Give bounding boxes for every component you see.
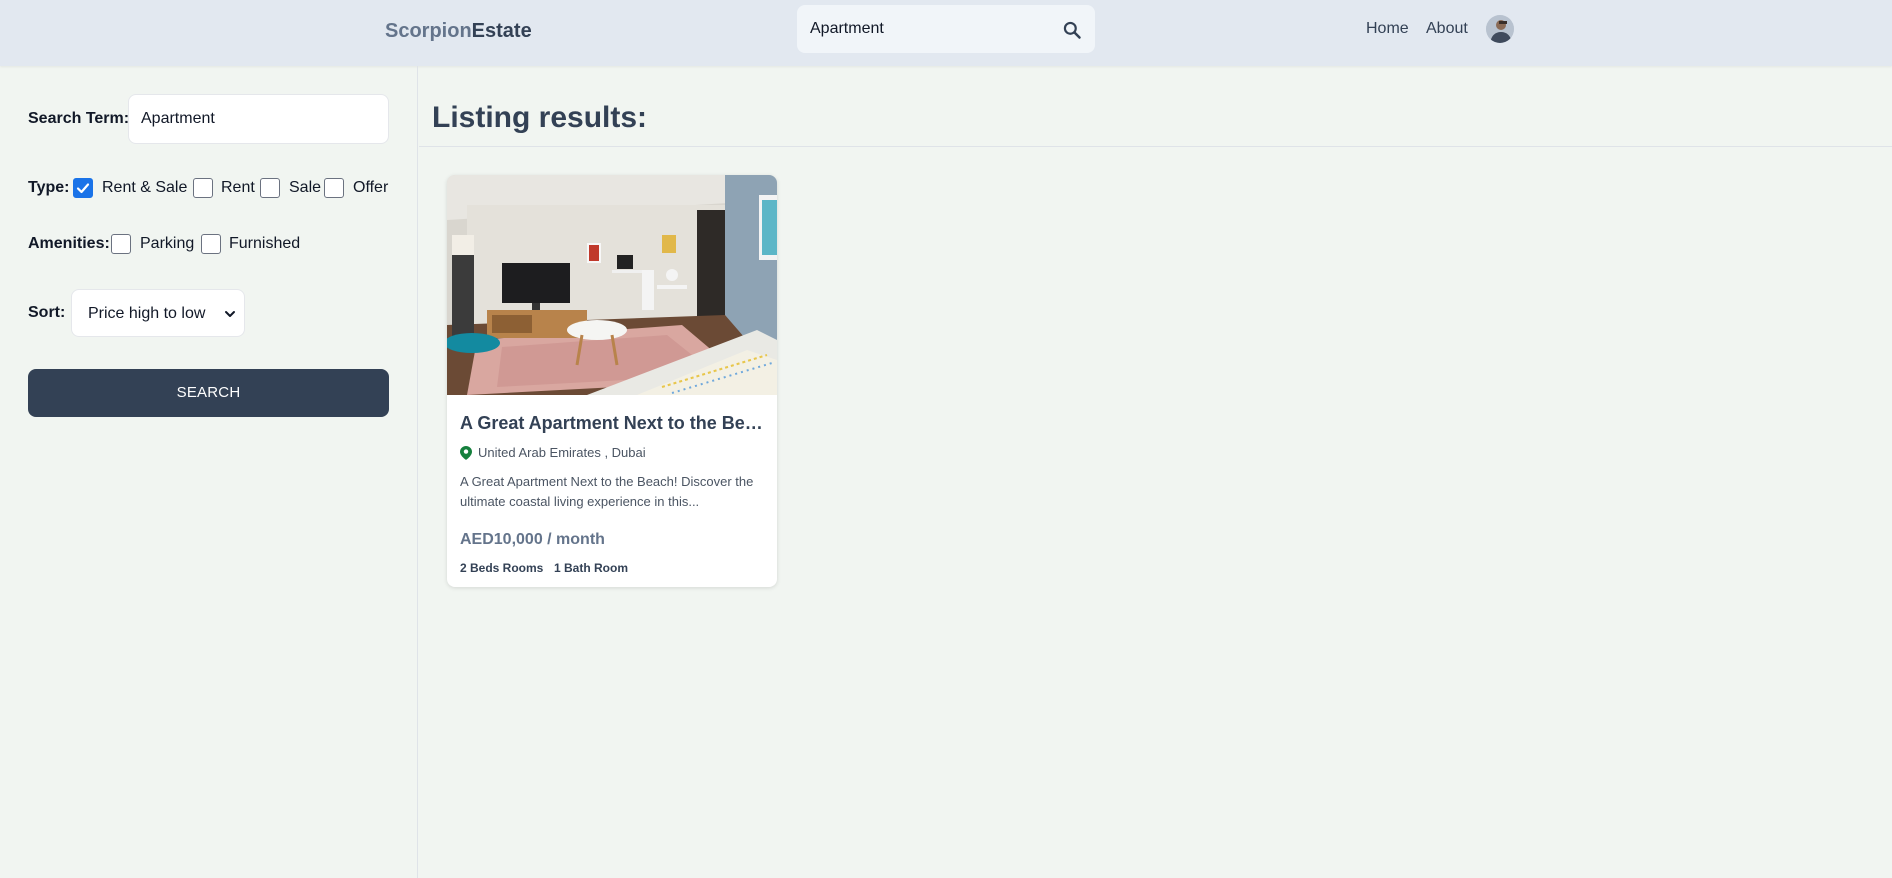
amenity-parking-label: Parking [140,235,195,252]
search-term-input[interactable] [128,94,389,144]
listing-baths: 1 Bath Room [554,561,629,575]
user-avatar[interactable] [1486,15,1514,43]
amenity-parking-checkbox[interactable] [111,234,131,254]
avatar-image [1486,15,1514,43]
type-offer-checkbox[interactable] [324,178,344,198]
listing-location: United Arab Emirates , Dubai [478,445,646,460]
type-sale-label: Sale [289,179,322,196]
checkmark-icon [76,183,90,194]
sort-select[interactable]: Price high to low [71,289,245,337]
type-rent-checkbox[interactable] [193,178,213,198]
logo-part-2: Estate [471,20,532,42]
sort-label: Sort: [28,304,66,321]
listing-price: AED10,000 / month [460,531,605,548]
title-divider [419,146,1892,147]
listing-image[interactable] [447,175,777,395]
type-sale-checkbox[interactable] [260,178,280,198]
location-pin-icon [460,446,472,460]
listing-beds: 2 Beds Rooms [460,561,544,575]
amenities-label: Amenities: [28,235,110,252]
amenity-furnished-label: Furnished [229,235,301,252]
page-title: Listing results: [432,101,648,134]
chevron-down-icon [225,311,235,317]
type-rent-label: Rent [221,179,255,196]
top-navbar: ScorpionEstate Home About [0,0,1892,66]
nav-link-home[interactable]: Home [1366,19,1409,39]
header-search-bar [797,5,1095,53]
sort-selected-value: Price high to low [88,305,206,322]
search-term-label: Search Term: [28,110,130,127]
type-rent-sale-label: Rent & Sale [102,179,188,196]
type-label: Type: [28,179,70,196]
listing-description: A Great Apartment Next to the Beach! Dis… [460,474,754,509]
amenity-furnished-checkbox[interactable] [201,234,221,254]
nav-link-about[interactable]: About [1426,19,1468,39]
type-rent-sale-checkbox[interactable] [73,178,93,198]
listing-title[interactable]: A Great Apartment Next to the Beach! [460,411,770,435]
logo-part-1: Scorpion [385,20,472,42]
search-icon[interactable] [1062,20,1082,40]
search-button[interactable]: SEARCH [28,369,389,417]
listing-card[interactable]: A Great Apartment Next to the Beach! Uni… [447,175,777,587]
site-logo[interactable]: ScorpionEstate [385,19,532,43]
type-offer-label: Offer [353,179,389,196]
header-search-input[interactable] [810,17,1050,41]
